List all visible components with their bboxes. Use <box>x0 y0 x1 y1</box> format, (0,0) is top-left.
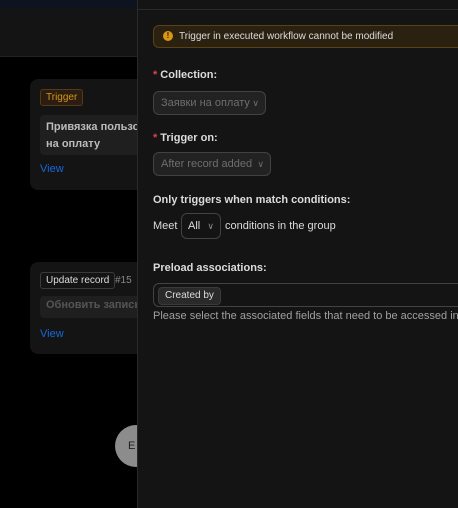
created-by-tag[interactable]: Created by <box>158 287 221 305</box>
exclamation-icon: ! <box>163 31 173 41</box>
collection-label: * Collection: <box>153 69 218 81</box>
collection-value: Заявки на оплату <box>161 97 250 109</box>
readonly-warning-alert: ! Trigger in executed workflow cannot be… <box>153 25 458 48</box>
drawer-header <box>138 0 458 10</box>
required-asterisk: * <box>153 132 158 144</box>
match-mode-select[interactable]: All ∨ <box>181 213 221 239</box>
meet-prefix: Meet <box>153 220 178 232</box>
match-mode-value: All <box>188 220 201 232</box>
required-asterisk: * <box>153 69 158 81</box>
chevron-down-icon: ∨ <box>207 221 214 231</box>
preload-associations-label: Preload associations: <box>153 262 267 274</box>
trigger-tag: Trigger <box>40 89 84 106</box>
alert-text: Trigger in executed workflow cannot be m… <box>179 31 394 42</box>
chevron-down-icon: ∨ <box>252 98 259 108</box>
conditions-label: Only triggers when match conditions: <box>153 194 351 206</box>
node-number: #15 <box>115 275 132 286</box>
update-record-tag: Update record <box>40 272 116 289</box>
trigger-view-link[interactable]: View <box>40 163 64 175</box>
trigger-on-select[interactable]: After record added ∨ <box>153 152 271 176</box>
trigger-on-label: * Trigger on: <box>153 132 218 144</box>
preload-help-text: Please select the associated fields that… <box>153 310 458 322</box>
preload-associations-select[interactable]: Created by <box>153 283 458 307</box>
update-view-link[interactable]: View <box>40 328 64 340</box>
chevron-down-icon: ∨ <box>257 159 264 169</box>
trigger-config-drawer: ! Trigger in executed workflow cannot be… <box>137 0 458 508</box>
end-node-label: E <box>128 440 136 452</box>
trigger-on-value: After record added <box>161 158 253 170</box>
collection-select[interactable]: Заявки на оплату ∨ <box>153 91 266 115</box>
meet-suffix: conditions in the group <box>225 220 336 232</box>
